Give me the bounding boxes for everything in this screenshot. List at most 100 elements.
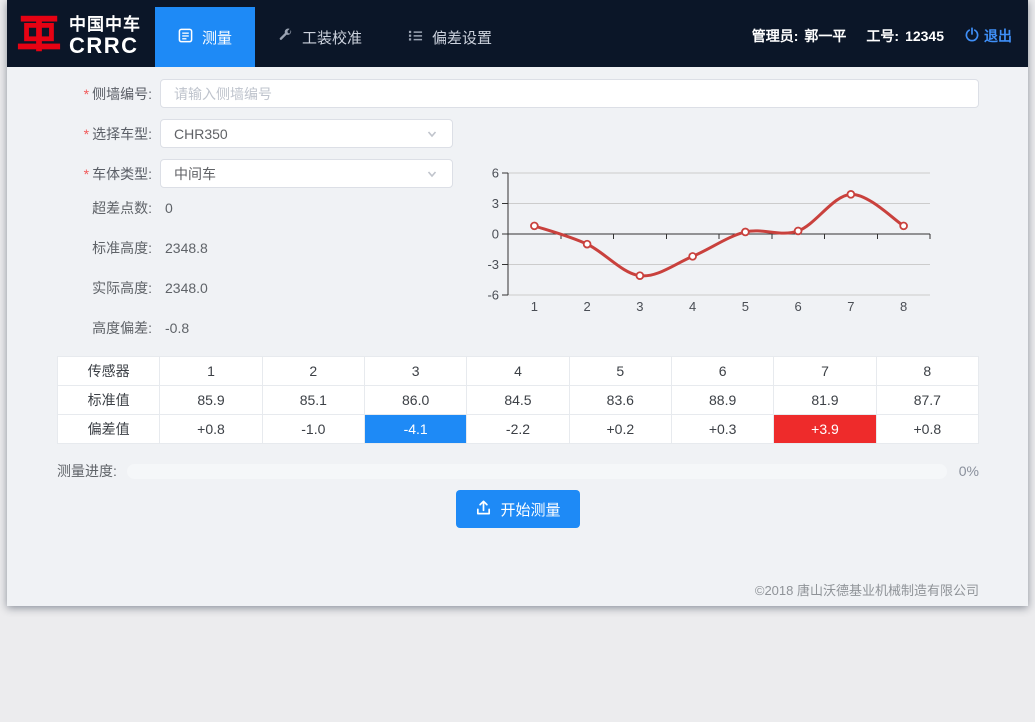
deviation-cell: +0.3 — [671, 415, 773, 444]
svg-text:-6: -6 — [487, 288, 499, 303]
tab-tooling-calibration[interactable]: 工装校准 — [255, 7, 385, 67]
logout-button[interactable]: 退出 — [964, 26, 1012, 46]
train-model-label: *选择车型: — [57, 124, 152, 144]
over-tolerance-count-label: 超差点数: — [57, 198, 152, 218]
standard-cell: 81.9 — [774, 386, 876, 415]
standard-cell: 86.0 — [364, 386, 466, 415]
deviation-cell: -1.0 — [262, 415, 364, 444]
chevron-down-icon — [425, 167, 439, 181]
standard-cell: 84.5 — [467, 386, 569, 415]
progress-bar — [127, 464, 947, 479]
sensor-col: 4 — [467, 357, 569, 386]
admin-name: 郭一平 — [804, 26, 846, 46]
upload-icon — [475, 499, 492, 520]
deviation-cell: -4.1 — [364, 415, 466, 444]
start-measurement-label: 开始测量 — [500, 499, 560, 520]
sensor-col: 8 — [876, 357, 978, 386]
tab-deviation-label: 偏差设置 — [432, 27, 492, 48]
actual-height-label: 实际高度: — [57, 278, 152, 298]
logout-label: 退出 — [984, 26, 1012, 46]
chevron-down-icon — [425, 127, 439, 141]
user-area: 管理员: 郭一平 工号: 12345 退出 — [752, 5, 1028, 67]
standard-cell: 85.9 — [160, 386, 262, 415]
table-row-deviation: 偏差值 +0.8 -1.0 -4.1 -2.2 +0.2 +0.3 +3.9 +… — [58, 415, 979, 444]
svg-text:1: 1 — [531, 299, 538, 314]
main-nav: 测量 工装校准 — [155, 7, 515, 67]
sensor-col: 1 — [160, 357, 262, 386]
svg-text:4: 4 — [689, 299, 696, 314]
power-icon — [964, 27, 980, 46]
crrc-logo: 中国中车 CRRC — [7, 0, 155, 67]
svg-text:3: 3 — [636, 299, 643, 314]
tab-measure-label: 测量 — [202, 27, 232, 48]
tab-deviation-settings[interactable]: 偏差设置 — [385, 7, 515, 67]
sensor-col: 5 — [569, 357, 671, 386]
progress-percent: 0% — [947, 463, 979, 479]
svg-text:3: 3 — [492, 196, 499, 211]
body-type-label: *车体类型: — [57, 164, 152, 184]
svg-text:-3: -3 — [487, 257, 499, 272]
standard-row-label: 标准值 — [58, 386, 160, 415]
svg-text:7: 7 — [847, 299, 854, 314]
deviation-cell: +0.2 — [569, 415, 671, 444]
action-row: 开始测量 — [57, 490, 979, 528]
brand-name-cn: 中国中车 — [69, 16, 141, 34]
svg-text:2: 2 — [584, 299, 591, 314]
train-model-select[interactable]: CHR350 — [160, 119, 453, 148]
sensor-col: 7 — [774, 357, 876, 386]
train-model-value: CHR350 — [174, 126, 228, 142]
actual-height-value: 2348.0 — [165, 280, 208, 296]
train-model-row: *选择车型: CHR350 — [57, 119, 979, 148]
required-mark: * — [84, 86, 89, 102]
tab-measure[interactable]: 测量 — [155, 7, 255, 67]
copyright-text: ©2018 唐山沃德基业机械制造有限公司 — [755, 580, 979, 599]
crrc-emblem-icon — [16, 11, 62, 62]
standard-height-label: 标准高度: — [57, 238, 152, 258]
brand-text: 中国中车 CRRC — [69, 16, 141, 57]
top-bar: 中国中车 CRRC 测量 — [7, 0, 1028, 67]
svg-text:8: 8 — [900, 299, 907, 314]
deviation-row-label: 偏差值 — [58, 415, 160, 444]
deviation-cell: +3.9 — [774, 415, 876, 444]
list-icon — [408, 28, 423, 47]
svg-text:5: 5 — [742, 299, 749, 314]
wrench-icon — [278, 28, 293, 47]
required-mark: * — [84, 166, 89, 182]
body-type-select[interactable]: 中间车 — [160, 159, 453, 188]
wall-number-row: *侧墙编号: — [57, 79, 979, 108]
sensor-header-cell: 传感器 — [58, 357, 160, 386]
height-deviation-value: -0.8 — [165, 320, 189, 336]
deviation-cell: +0.8 — [160, 415, 262, 444]
sensor-col: 6 — [671, 357, 773, 386]
tab-tooling-label: 工装校准 — [302, 27, 362, 48]
deviation-line-chart: 6 3 0 -3 -6 1 2 3 4 5 6 7 8 — [480, 160, 945, 327]
wall-number-input[interactable] — [160, 79, 979, 108]
worker-id-value: 12345 — [905, 28, 944, 44]
svg-text:6: 6 — [795, 299, 802, 314]
sensor-col: 3 — [364, 357, 466, 386]
sensor-table: 传感器 1 2 3 4 5 6 7 8 标准值 85.9 85.1 86.0 8… — [57, 356, 979, 444]
start-measurement-button[interactable]: 开始测量 — [456, 490, 579, 528]
height-deviation-label: 高度偏差: — [57, 318, 152, 338]
admin-role-label: 管理员: — [752, 26, 799, 46]
standard-cell: 85.1 — [262, 386, 364, 415]
sensor-col: 2 — [262, 357, 364, 386]
worker-id-label: 工号: — [866, 26, 899, 46]
app-window: 中国中车 CRRC 测量 — [7, 0, 1028, 606]
deviation-cell: +0.8 — [876, 415, 978, 444]
standard-cell: 88.9 — [671, 386, 773, 415]
svg-text:0: 0 — [492, 227, 499, 242]
progress-label: 测量进度: — [57, 461, 117, 481]
document-icon — [178, 28, 193, 47]
standard-cell: 83.6 — [569, 386, 671, 415]
deviation-cell: -2.2 — [467, 415, 569, 444]
over-tolerance-count-value: 0 — [165, 200, 173, 216]
standard-cell: 87.7 — [876, 386, 978, 415]
content-area: *侧墙编号: *选择车型: CHR350 *车体类型: 中间车 — [7, 67, 1028, 606]
measurement-progress-row: 测量进度: 0% — [57, 461, 979, 481]
svg-text:6: 6 — [492, 166, 499, 181]
wall-number-label: *侧墙编号: — [57, 84, 152, 104]
table-row-sensors: 传感器 1 2 3 4 5 6 7 8 — [58, 357, 979, 386]
brand-name-en: CRRC — [69, 34, 141, 57]
table-row-standard: 标准值 85.9 85.1 86.0 84.5 83.6 88.9 81.9 8… — [58, 386, 979, 415]
